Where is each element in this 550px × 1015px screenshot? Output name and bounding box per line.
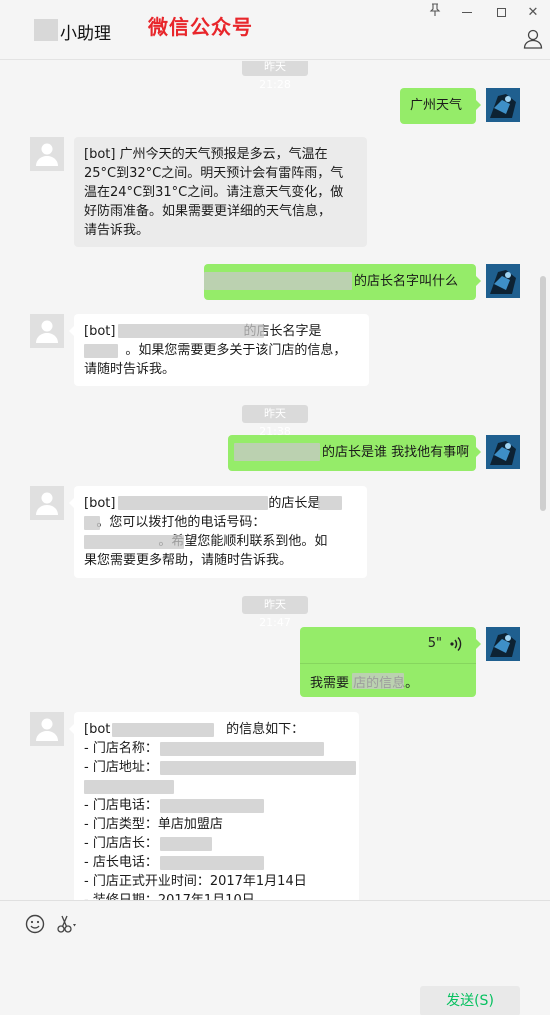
- person-placeholder-icon: [36, 143, 58, 166]
- title-bar: 小助理 微信公众号 ✕: [0, 0, 550, 60]
- redaction: [234, 443, 320, 461]
- redaction: [84, 780, 174, 794]
- timestamp: 昨天 21:47: [242, 596, 308, 629]
- message-text: 的店长是谁 我找他有事啊: [322, 445, 470, 460]
- redaction: [84, 516, 100, 530]
- person-placeholder-icon: [36, 492, 58, 515]
- avatar-image: [486, 264, 520, 298]
- message-bubble-sent[interactable]: 广州天气: [400, 88, 481, 124]
- maximize-button[interactable]: [488, 3, 514, 23]
- redaction: [112, 723, 214, 737]
- avatar-image: [486, 435, 520, 469]
- redaction: [352, 673, 404, 689]
- bot-avatar[interactable]: [30, 712, 64, 746]
- redaction: [318, 496, 342, 510]
- maximize-icon: [496, 8, 506, 17]
- watermark: 微信公众号: [148, 15, 253, 39]
- redaction: [118, 324, 264, 338]
- message-bubble-sent[interactable]: 的店长名字叫什么: [204, 264, 481, 300]
- message-text: 的店长名字叫什么: [354, 274, 459, 289]
- person-placeholder-icon: [36, 718, 58, 741]
- redaction: [160, 742, 324, 756]
- send-button[interactable]: 发送(S): [420, 986, 520, 1015]
- message-bubble-received[interactable]: [bot] 广州今天的天气预报是多云，气温在 25°C到32°C之间。明天预计会…: [74, 137, 367, 247]
- redaction: [84, 535, 184, 549]
- bot-avatar[interactable]: [30, 137, 64, 171]
- person-placeholder-icon: [36, 320, 58, 343]
- chat-messages[interactable]: 昨天 21:28 广州天气 [bot] 广州今天的天气预报是多云，气温在 25°…: [0, 61, 550, 900]
- voice-wave-icon: [450, 637, 462, 651]
- title-redaction: [34, 19, 58, 41]
- my-avatar[interactable]: [486, 435, 520, 469]
- chat-scrollbar[interactable]: [540, 276, 546, 511]
- scissors-icon[interactable]: [56, 913, 80, 935]
- my-avatar[interactable]: [486, 88, 520, 122]
- message-bubble-sent[interactable]: 的店长是谁 我找他有事啊: [228, 435, 481, 471]
- my-avatar[interactable]: [486, 627, 520, 661]
- bot-avatar[interactable]: [30, 314, 64, 348]
- emoji-icon[interactable]: [24, 913, 46, 935]
- avatar-image: [486, 88, 520, 122]
- redaction: [160, 761, 356, 775]
- timestamp: 昨天 21:38: [242, 405, 308, 438]
- profile-icon[interactable]: [522, 28, 544, 50]
- voice-message[interactable]: 5" 我需要 店的信息。: [300, 627, 481, 697]
- chat-title: 小助理: [60, 24, 111, 44]
- pin-icon: [429, 3, 441, 16]
- bot-avatar[interactable]: [30, 486, 64, 520]
- redaction: [204, 272, 352, 290]
- my-avatar[interactable]: [486, 264, 520, 298]
- redaction: [118, 496, 268, 510]
- voice-divider: [300, 663, 476, 664]
- redaction: [160, 837, 212, 851]
- voice-duration: 5": [427, 636, 442, 651]
- redaction: [160, 856, 264, 870]
- redaction: [84, 344, 118, 358]
- close-button[interactable]: ✕: [520, 3, 546, 23]
- minimize-icon: [462, 12, 472, 13]
- redaction: [160, 799, 264, 813]
- timestamp: 昨天 21:28: [242, 61, 308, 91]
- pin-button[interactable]: [422, 3, 448, 23]
- minimize-button[interactable]: [454, 3, 480, 23]
- avatar-image: [486, 627, 520, 661]
